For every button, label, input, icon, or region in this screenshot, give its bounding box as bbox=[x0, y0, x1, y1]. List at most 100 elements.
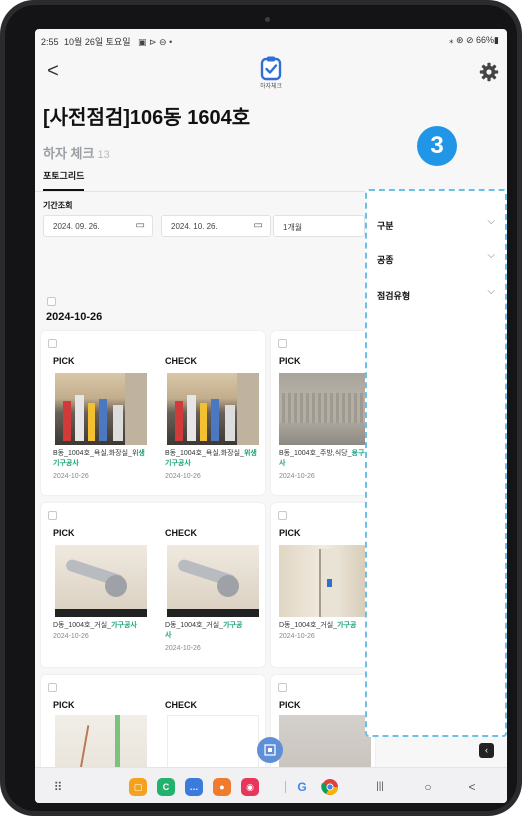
chevron-down-icon: ⌵ bbox=[487, 286, 495, 297]
defect-photo[interactable] bbox=[167, 545, 259, 617]
system-nav-bar: ⠿ ▢ C … ● ◉ G ||| ○ < bbox=[35, 767, 507, 803]
section-title: 하자 체크 13 bbox=[43, 143, 110, 162]
caption-trade: 가구공 bbox=[337, 622, 357, 629]
app-logo: 하자체크 bbox=[251, 53, 291, 93]
card-date: 2024-10-26 bbox=[53, 473, 89, 480]
chrome-app-icon[interactable] bbox=[321, 778, 339, 796]
app-screen: 2:55 10월 26일 토요일 ▣ ⊳ ⊖ • ⁎ ⊛ ⊘ 66%▮ < 하자… bbox=[35, 29, 507, 803]
status-date: 10월 26일 토요일 bbox=[64, 37, 131, 47]
phone-app-icon[interactable]: C bbox=[157, 778, 175, 796]
photo-card-pair: PICK B동_1004호_욕실,화장실_위생기구공사 2024-10-26 C… bbox=[41, 331, 265, 495]
chevron-down-icon: ⌵ bbox=[487, 250, 495, 261]
home-button[interactable]: ○ bbox=[419, 778, 437, 796]
recent-apps-button[interactable]: ||| bbox=[371, 778, 389, 796]
status-bar: 2:55 10월 26일 토요일 ▣ ⊳ ⊖ • ⁎ ⊛ ⊘ 66%▮ bbox=[35, 29, 507, 51]
notification-icons: ▣ ⊳ ⊖ • bbox=[138, 37, 173, 47]
card-date: 2024-10-26 bbox=[53, 633, 89, 640]
filter-label: 구분 bbox=[377, 221, 394, 231]
card-caption: D동_1004호_거실_가구공사 bbox=[53, 621, 149, 631]
card-label: PICK bbox=[53, 528, 75, 538]
section-title-text: 하자 체크 bbox=[43, 146, 95, 161]
card-date: 2024-10-26 bbox=[279, 633, 315, 640]
nav-separator bbox=[285, 781, 286, 793]
chevron-down-icon: ⌵ bbox=[487, 216, 495, 227]
defect-photo[interactable] bbox=[55, 545, 147, 617]
files-app-icon[interactable]: ▢ bbox=[129, 778, 147, 796]
caption-trade: 가구공 bbox=[223, 622, 243, 629]
chrome-icon bbox=[321, 779, 338, 795]
caption-location: D동_1004호_거실_ bbox=[165, 622, 224, 629]
back-button[interactable]: < bbox=[43, 59, 63, 83]
step-badge: 3 bbox=[417, 126, 457, 166]
logo-text: 하자체크 bbox=[259, 84, 283, 90]
google-app-icon[interactable]: G bbox=[293, 778, 311, 796]
page-title: [사전점검]106동 1604호 bbox=[43, 107, 251, 129]
group-select-checkbox[interactable] bbox=[47, 297, 56, 306]
filter-panel: 구분 ⌵ 공종 ⌵ 점검유형 ⌵ bbox=[365, 189, 507, 737]
front-camera bbox=[265, 17, 270, 22]
gear-icon[interactable] bbox=[479, 62, 499, 82]
card-checkbox[interactable] bbox=[48, 683, 57, 692]
calendar-icon: ▭ bbox=[253, 220, 263, 231]
card-caption: D동_1004호_거실_가구공 bbox=[279, 621, 375, 631]
photo-card: PICK B동_1004호_주방,식당_용구공사 2024-10-26 bbox=[271, 331, 375, 495]
tablet-frame: 2:55 10월 26일 토요일 ▣ ⊳ ⊖ • ⁎ ⊛ ⊘ 66%▮ < 하자… bbox=[0, 0, 522, 816]
status-time: 2:55 bbox=[41, 37, 59, 47]
card-date: 2024-10-26 bbox=[165, 473, 201, 480]
panel-collapse-button[interactable]: ‹ bbox=[479, 743, 494, 758]
period-range-select[interactable]: 1개월 bbox=[273, 215, 365, 237]
card-label: CHECK bbox=[165, 700, 198, 710]
end-date-field[interactable]: 2024. 10. 26. ▭ bbox=[161, 215, 271, 237]
card-caption: B동_1004호_욕실,화장실_위생기구공사 bbox=[165, 449, 261, 469]
photo-card-pair: PICK D동_1004호_거실_가구공사 2024-10-26 CHECK D… bbox=[41, 503, 265, 667]
filter-trade[interactable]: 공종 ⌵ bbox=[377, 249, 495, 269]
caption-location: D동_1004호_거실_ bbox=[279, 622, 338, 629]
caption-location: B동_1004호_욕실,화장실_위 bbox=[53, 450, 139, 457]
caption-location: B동_1004호_주방,식당_ bbox=[279, 450, 352, 457]
photo-card: PICK D동_1004호_거실_가구공 2024-10-26 bbox=[271, 503, 375, 667]
system-back-button[interactable]: < bbox=[463, 778, 481, 796]
calendar-icon: ▭ bbox=[135, 220, 145, 231]
card-label: CHECK bbox=[165, 356, 198, 366]
caption-location: B동_1004호_욕실,화장실_ bbox=[165, 450, 244, 457]
start-date-value: 2024. 09. 26. bbox=[53, 222, 100, 231]
card-caption: D동_1004호_거실_가구공사 bbox=[165, 621, 261, 641]
group-date-heading: 2024-10-26 bbox=[46, 311, 103, 323]
card-label: CHECK bbox=[165, 528, 198, 538]
start-date-field[interactable]: 2024. 09. 26. ▭ bbox=[43, 215, 153, 237]
photo-card: PICK bbox=[271, 675, 375, 787]
defect-photo[interactable] bbox=[279, 545, 371, 617]
card-checkbox[interactable] bbox=[278, 339, 287, 348]
card-date: 2024-10-26 bbox=[165, 645, 201, 652]
card-checkbox[interactable] bbox=[48, 511, 57, 520]
grid-icon bbox=[264, 744, 276, 756]
filter-inspection-type[interactable]: 점검유형 ⌵ bbox=[377, 285, 495, 305]
camera-app-icon[interactable]: ◉ bbox=[241, 778, 259, 796]
contacts-app-icon[interactable]: ● bbox=[213, 778, 231, 796]
tab-photo-grid[interactable]: 포토그리드 bbox=[43, 169, 85, 191]
defect-photo[interactable] bbox=[279, 373, 371, 445]
card-label: PICK bbox=[279, 700, 301, 710]
messages-app-icon[interactable]: … bbox=[185, 778, 203, 796]
defect-photo[interactable] bbox=[167, 373, 259, 445]
card-label: PICK bbox=[279, 528, 301, 538]
card-label: PICK bbox=[53, 356, 75, 366]
card-checkbox[interactable] bbox=[278, 683, 287, 692]
card-label: PICK bbox=[279, 356, 301, 366]
end-date-value: 2024. 10. 26. bbox=[171, 222, 218, 231]
caption-trade: 가구공사 bbox=[111, 622, 137, 629]
app-drawer-icon[interactable]: ⠿ bbox=[49, 778, 67, 796]
filter-category[interactable]: 구분 ⌵ bbox=[377, 215, 495, 235]
checklist-logo-icon bbox=[260, 56, 282, 81]
tablet-bezel: 2:55 10월 26일 토요일 ▣ ⊳ ⊖ • ⁎ ⊛ ⊘ 66%▮ < 하자… bbox=[5, 5, 517, 811]
defect-photo[interactable] bbox=[55, 373, 147, 445]
grid-view-fab[interactable] bbox=[257, 737, 283, 763]
photo-card-pair: PICK CHECK bbox=[41, 675, 265, 787]
status-left: 2:55 10월 26일 토요일 ▣ ⊳ ⊖ • bbox=[41, 35, 175, 48]
period-label: 기간조회 bbox=[43, 201, 73, 210]
filter-label: 공종 bbox=[377, 255, 394, 265]
filter-label: 점검유형 bbox=[377, 291, 411, 301]
card-date: 2024-10-26 bbox=[279, 473, 315, 480]
card-checkbox[interactable] bbox=[278, 511, 287, 520]
card-checkbox[interactable] bbox=[48, 339, 57, 348]
